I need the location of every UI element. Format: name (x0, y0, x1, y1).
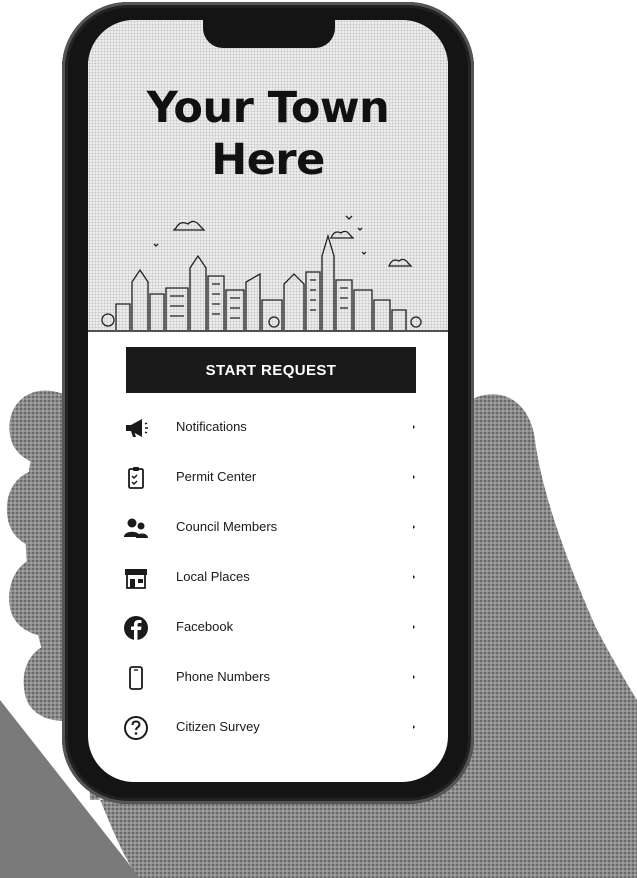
question-circle-icon (124, 716, 148, 740)
start-request-button[interactable]: START REQUEST (126, 347, 416, 393)
menu-item-label: Council Members (176, 519, 278, 534)
phone-screen: Your Town Here START REQUEST Notificatio… (88, 20, 448, 782)
menu-item-label: Permit Center (176, 469, 257, 484)
city-skyline-illustration (88, 215, 448, 332)
chevron-right-icon (413, 525, 415, 529)
hero-title: Your Town Here (88, 82, 448, 186)
chevron-right-icon (413, 475, 415, 479)
chevron-right-icon (413, 725, 415, 729)
menu-item-label: Local Places (176, 569, 250, 584)
chevron-right-icon (413, 675, 415, 679)
phone-notch (203, 20, 335, 48)
hero-banner: Your Town Here (88, 20, 448, 332)
menu-item-citizen-survey[interactable]: Citizen Survey (88, 703, 448, 753)
storefront-icon (125, 569, 147, 589)
menu-item-phone-numbers[interactable]: Phone Numbers (88, 653, 448, 703)
menu-item-label: Citizen Survey (176, 719, 260, 734)
people-icon (124, 518, 148, 538)
facebook-icon (124, 616, 148, 640)
menu-item-permit-center[interactable]: Permit Center (88, 453, 448, 503)
menu-item-label: Notifications (176, 419, 247, 434)
phone-icon (129, 666, 143, 690)
menu-item-council-members[interactable]: Council Members (88, 503, 448, 553)
hero-title-line-1: Your Town (146, 83, 390, 133)
chevron-right-icon (413, 625, 415, 629)
menu-item-facebook[interactable]: Facebook (88, 603, 448, 653)
menu-item-local-places[interactable]: Local Places (88, 553, 448, 603)
megaphone-icon (126, 419, 148, 437)
menu-item-notifications[interactable]: Notifications (88, 403, 448, 453)
menu-item-label: Facebook (176, 619, 234, 634)
chevron-right-icon (413, 425, 415, 429)
menu-item-label: Phone Numbers (176, 669, 270, 684)
chevron-right-icon (413, 575, 415, 579)
hero-title-line-2: Here (211, 135, 325, 185)
clipboard-check-icon (128, 467, 144, 489)
mockup-stage: Your Town Here START REQUEST Notificatio… (0, 0, 637, 878)
main-menu: Notifications Permit Center Council Memb… (88, 403, 448, 753)
